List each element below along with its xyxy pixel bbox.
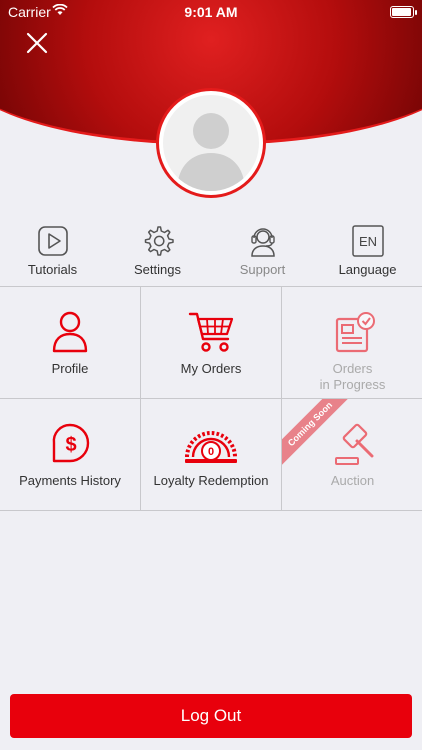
gear-icon — [144, 226, 174, 256]
language-icon: EN — [351, 225, 384, 257]
support-button[interactable]: Support — [210, 224, 315, 286]
support-label: Support — [239, 262, 286, 277]
battery-icon — [390, 6, 417, 18]
payments-history-label: Payments History — [19, 473, 121, 488]
language-button[interactable]: EN Language — [315, 224, 420, 286]
settings-label: Settings — [134, 262, 181, 277]
loyalty-gauge-icon: 0 — [185, 431, 237, 463]
svg-text:$: $ — [65, 434, 76, 456]
orders-in-progress-line1: Orders — [332, 361, 373, 376]
orders-in-progress-label: Orders in Progress — [282, 361, 422, 393]
order-progress-icon — [335, 312, 375, 353]
orders-in-progress-tile[interactable]: Orders in Progress — [282, 287, 422, 399]
tutorials-label: Tutorials — [27, 262, 78, 277]
dollar-bubble-icon: $ — [52, 423, 90, 463]
avatar[interactable] — [156, 88, 266, 198]
profile-label: Profile — [51, 361, 89, 376]
log-out-button[interactable]: Log Out — [10, 694, 412, 738]
menu-grid: Profile My Orders Orders in Progress $ P… — [0, 286, 422, 511]
gavel-icon — [334, 423, 373, 465]
headset-icon — [250, 228, 275, 257]
close-icon[interactable] — [24, 30, 50, 56]
profile-tile[interactable]: Profile — [0, 287, 141, 399]
user-icon — [52, 311, 88, 353]
tutorials-button[interactable]: Tutorials — [0, 224, 105, 286]
auction-label: Auction — [330, 473, 375, 488]
cart-icon — [188, 312, 234, 352]
clock: 9:01 AM — [184, 4, 238, 20]
payments-history-tile[interactable]: $ Payments History — [0, 399, 141, 511]
person-placeholder-icon — [177, 113, 245, 191]
settings-button[interactable]: Settings — [105, 224, 210, 286]
orders-in-progress-line2: in Progress — [319, 377, 386, 392]
loyalty-redemption-tile[interactable]: 0 Loyalty Redemption — [141, 399, 282, 511]
auction-tile[interactable]: Coming Soon Auction — [282, 399, 422, 511]
loyalty-redemption-label: Loyalty Redemption — [153, 473, 269, 488]
loyalty-points: 0 — [208, 446, 214, 458]
my-orders-tile[interactable]: My Orders — [141, 287, 282, 399]
status-bar: Carrier 9:01 AM — [0, 0, 422, 24]
my-orders-label: My Orders — [180, 361, 242, 376]
quick-actions-row: Tutorials Settings Support EN Language — [0, 224, 422, 286]
language-label: Language — [338, 262, 397, 277]
language-code: EN — [358, 234, 376, 249]
play-icon — [37, 226, 68, 256]
